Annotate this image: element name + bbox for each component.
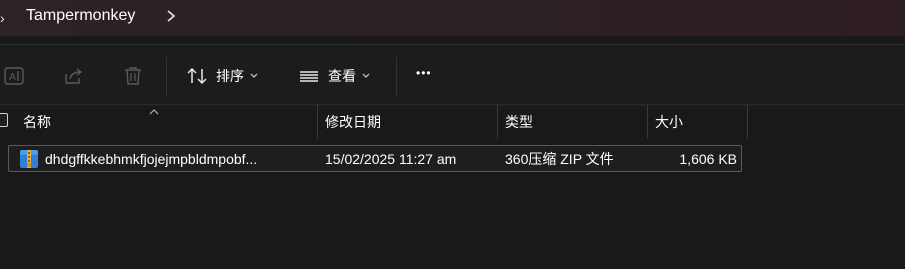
column-divider[interactable] — [317, 105, 318, 139]
view-list-icon — [298, 65, 320, 87]
file-name: dhdgffkkebhmkfjojejmpbldmpobf... — [45, 150, 258, 167]
zip-archive-icon — [19, 149, 39, 174]
file-row[interactable]: dhdgffkkebhmkfjojejmpbldmpobf... 15/02/2… — [8, 145, 742, 172]
column-type-label: 类型 — [505, 114, 533, 130]
breadcrumb-chevron-icon[interactable] — [164, 6, 178, 26]
sort-icon — [186, 65, 208, 87]
sort-label: 排序 — [216, 68, 244, 84]
share-icon — [63, 65, 85, 87]
column-divider[interactable] — [747, 105, 748, 139]
view-button[interactable]: 查看 — [298, 65, 370, 87]
command-bar: A 排序 查看 ••• — [0, 44, 905, 107]
column-modified-label: 修改日期 — [325, 114, 381, 130]
title-bar: › Tampermonkey — [0, 0, 905, 36]
column-name-label: 名称 — [23, 114, 51, 130]
column-header-row: 名称 修改日期 类型 大小 — [0, 104, 905, 139]
svg-text:A: A — [9, 72, 16, 83]
column-header-size[interactable]: 大小 — [655, 105, 747, 139]
rename-icon: A — [3, 65, 25, 87]
column-divider[interactable] — [497, 105, 498, 139]
select-all-checkbox[interactable] — [0, 113, 8, 127]
rename-button[interactable]: A — [3, 65, 25, 87]
column-size-label: 大小 — [655, 114, 683, 130]
chevron-down-icon — [250, 73, 258, 79]
column-header-name[interactable]: 名称 — [23, 105, 316, 139]
column-header-type[interactable]: 类型 — [505, 105, 647, 139]
share-button[interactable] — [63, 65, 85, 87]
column-header-modified[interactable]: 修改日期 — [325, 105, 497, 139]
column-divider[interactable] — [647, 105, 648, 139]
file-type: 360压缩 ZIP 文件 — [505, 150, 614, 167]
sort-button[interactable]: 排序 — [186, 65, 258, 87]
toolbar-divider — [396, 57, 397, 97]
more-options-button[interactable]: ••• — [416, 66, 432, 80]
trash-icon — [122, 65, 144, 87]
more-icon: ••• — [416, 66, 432, 80]
view-label: 查看 — [328, 68, 356, 84]
chevron-down-icon — [362, 73, 370, 79]
file-size: 1,606 KB — [679, 150, 737, 167]
toolbar-divider — [166, 57, 167, 97]
nav-back-chevron-icon[interactable]: › — [0, 10, 5, 26]
file-modified: 15/02/2025 11:27 am — [325, 150, 457, 167]
delete-button[interactable] — [122, 65, 144, 87]
breadcrumb-folder[interactable]: Tampermonkey — [26, 7, 135, 25]
